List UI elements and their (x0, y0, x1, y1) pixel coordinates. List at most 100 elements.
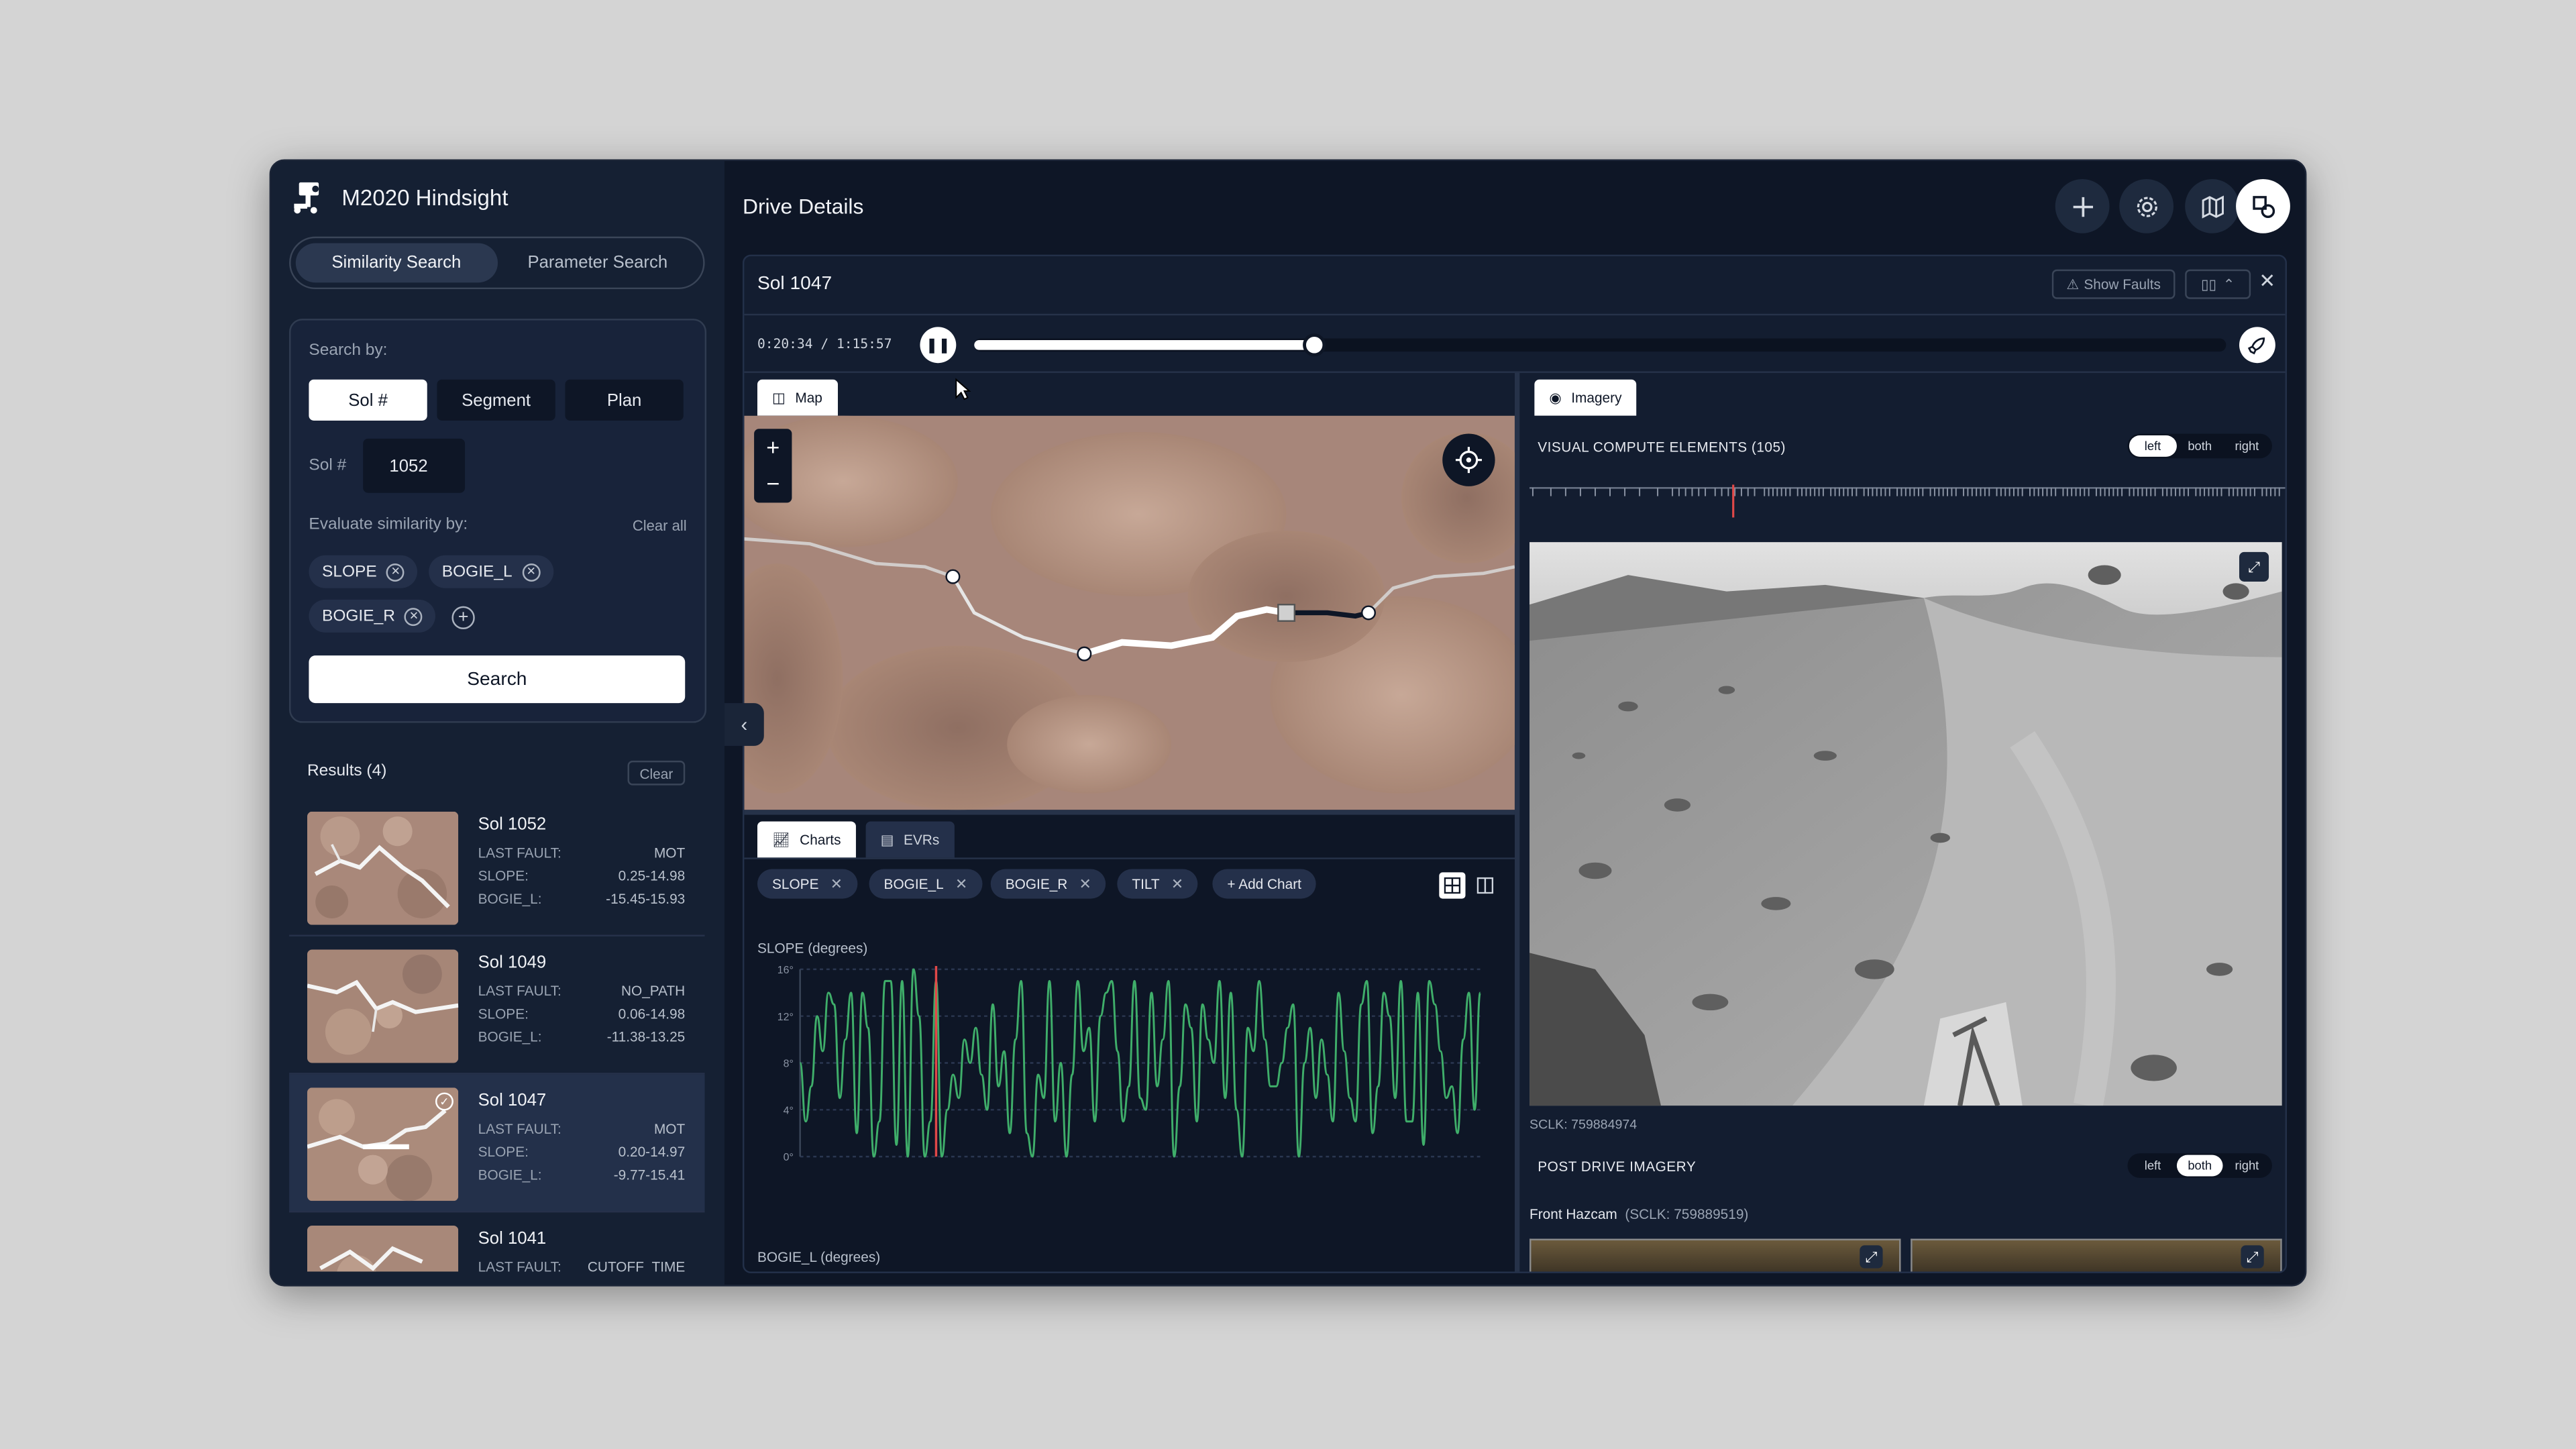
result-bogie-row: BOGIE_L: -15.45-15.93 (478, 890, 686, 907)
add-button[interactable] (2055, 178, 2110, 233)
result-fault-row: LAST FAULT: MOT (478, 1120, 686, 1137)
result-title: Sol 1052 (478, 814, 547, 835)
map-icon (2201, 195, 2223, 218)
add-chart-button[interactable]: + Add Chart (1212, 869, 1316, 899)
result-title: Sol 1047 (478, 1091, 547, 1111)
result-title: Sol 1049 (478, 953, 547, 973)
slope-chart[interactable]: 0° 4° 8° 12° 16° (744, 956, 1515, 1173)
expand-image-icon[interactable]: ⤢ (2241, 1245, 2264, 1269)
document-icon: ▤ (880, 830, 894, 847)
columns-icon: ▯▯ (2201, 275, 2216, 292)
tab-evrs[interactable]: ▤ EVRs (865, 821, 955, 858)
result-item[interactable]: Sol 1041 LAST FAULT: CUTOFF_TIME (289, 1212, 705, 1272)
chip-label: BOGIE_R (322, 606, 395, 625)
results-clear-button[interactable]: Clear (627, 760, 686, 786)
remove-series-icon[interactable]: ✕ (1171, 875, 1183, 893)
expand-image-icon[interactable]: ⤢ (1860, 1245, 1883, 1269)
post-both-option[interactable]: both (2176, 1155, 2224, 1177)
search-by-plan-button[interactable]: Plan (565, 379, 684, 421)
panel-title: Sol 1047 (757, 274, 833, 294)
expand-image-icon[interactable]: ⤢ (2239, 551, 2269, 582)
zoom-out-button[interactable]: − (754, 465, 792, 501)
search-by-segment-button[interactable]: Segment (437, 379, 555, 421)
tab-similarity-search[interactable]: Similarity Search (295, 243, 497, 283)
plus-icon (2072, 196, 2092, 217)
chip-bogie-r: BOGIE_R ✕ (309, 599, 437, 633)
post-right-option[interactable]: right (2223, 1155, 2270, 1177)
search-by-label: Search by: (309, 341, 388, 360)
remove-chip-icon[interactable]: ✕ (522, 562, 541, 581)
evaluate-label: Evaluate similarity by: (309, 515, 468, 534)
result-thumbnail (307, 949, 459, 1063)
layout-toggle-button[interactable]: ▯▯ ⌃ (2185, 269, 2251, 299)
hazcam-right-thumbnail[interactable]: ⤢ (1911, 1238, 2282, 1272)
panel-divider[interactable] (1514, 372, 1520, 1272)
zoom-in-button[interactable]: + (754, 429, 792, 465)
search-mode-toggle: Similarity Search Parameter Search (289, 236, 705, 290)
result-slope-row: SLOPE: 0.20-14.97 (478, 1143, 686, 1160)
map-icon: ◫ (772, 388, 786, 405)
tab-parameter-search[interactable]: Parameter Search (497, 243, 698, 282)
result-item[interactable]: ✓ Sol 1047 LAST FAULT: MOT SLOPE: 0.20-14.… (289, 1074, 705, 1213)
y-tick-label: 4° (784, 1105, 794, 1116)
panel-header: Sol 1047 ⚠ Show Faults ▯▯ ⌃ ✕ (744, 256, 2286, 316)
vce-left-option[interactable]: left (2129, 435, 2177, 457)
vce-both-option[interactable]: both (2176, 435, 2223, 457)
result-item[interactable]: Sol 1049 LAST FAULT: NO_PATH SLOPE: 0.06-1… (289, 936, 705, 1075)
vce-timeline[interactable] (1529, 482, 2286, 531)
post-side-toggle: left both right (2127, 1153, 2272, 1178)
clear-all-link[interactable]: Clear all (633, 517, 687, 533)
remove-chip-icon[interactable]: ✕ (386, 562, 405, 581)
brand: M2020 Hindsight (290, 179, 508, 215)
search-button[interactable]: Search (309, 655, 686, 704)
y-tick-label: 12° (777, 1012, 794, 1023)
series-chip-tilt: TILT ✕ (1117, 869, 1199, 899)
grid-view-button[interactable] (1439, 872, 1466, 899)
y-tick-label: 16° (777, 965, 794, 976)
recenter-button[interactable] (1442, 433, 1495, 486)
hazcam-left-thumbnail[interactable]: ⤢ (1529, 1238, 1901, 1272)
charts-area: 📈︎ Charts ▤ EVRs SLOPE ✕ BOGIE_L ✕ BOGIE_R ✕ … (744, 814, 1515, 1272)
show-faults-button[interactable]: ⚠ Show Faults (2051, 269, 2176, 299)
pause-button[interactable]: ❚❚ (920, 327, 957, 364)
scrubber-handle[interactable] (1301, 333, 1326, 357)
playback-scrubber[interactable] (974, 333, 2226, 357)
remove-series-icon[interactable]: ✕ (1079, 875, 1091, 893)
result-fault-row: LAST FAULT: NO_PATH (478, 982, 686, 999)
remove-series-icon[interactable]: ✕ (955, 875, 967, 893)
columns-icon (1477, 877, 1494, 894)
vce-label: VISUAL COMPUTE ELEMENTS (105) (1538, 438, 1786, 455)
pause-icon: ❚❚ (925, 335, 951, 353)
post-left-option[interactable]: left (2129, 1155, 2176, 1177)
split-view-button[interactable] (1472, 872, 1498, 898)
y-tick-label: 8° (784, 1059, 794, 1070)
crosshair-icon (1455, 447, 1482, 474)
result-slope-row: SLOPE: 0.06-14.98 (478, 1005, 686, 1022)
remove-series-icon[interactable]: ✕ (830, 875, 843, 893)
image-sclk: SCLK: 759884974 (1529, 1117, 1638, 1132)
search-by-sol-button[interactable]: Sol # (309, 379, 427, 421)
scrubber-fill (974, 339, 1313, 350)
shapes-icon (2252, 195, 2274, 217)
result-item[interactable]: Sol 1052 LAST FAULT: MOT SLOPE: 0.25-14.98… (289, 798, 705, 936)
result-thumbnail (307, 811, 459, 925)
app-window: M2020 Hindsight Similarity Search Parame… (269, 159, 2307, 1287)
search-by-tabs: Sol # Segment Plan (309, 379, 684, 421)
drive-panel: Sol 1047 ⚠ Show Faults ▯▯ ⌃ ✕ 0:20:34 / 1:… (742, 254, 2288, 1273)
terrain-map[interactable]: + − (744, 415, 1515, 810)
app-name: M2020 Hindsight (341, 184, 508, 210)
settings-button[interactable] (2119, 178, 2174, 233)
compare-view-button[interactable] (2236, 178, 2290, 233)
tab-charts[interactable]: 📈︎ Charts (757, 821, 856, 858)
tab-map[interactable]: ◫ Map (757, 379, 837, 416)
map-zoom-control: + − (754, 429, 792, 503)
add-chip-icon[interactable]: + (451, 606, 475, 629)
close-icon[interactable]: ✕ (2259, 270, 2275, 292)
launch-button[interactable] (2239, 327, 2275, 364)
sol-input[interactable]: 1052 (363, 438, 466, 493)
vce-right-option[interactable]: right (2223, 435, 2270, 457)
remove-chip-icon[interactable]: ✕ (405, 606, 423, 625)
collapse-sidebar-button[interactable]: ‹ (724, 703, 764, 746)
map-view-button[interactable] (2185, 178, 2239, 233)
panel-divider[interactable] (744, 810, 1515, 815)
